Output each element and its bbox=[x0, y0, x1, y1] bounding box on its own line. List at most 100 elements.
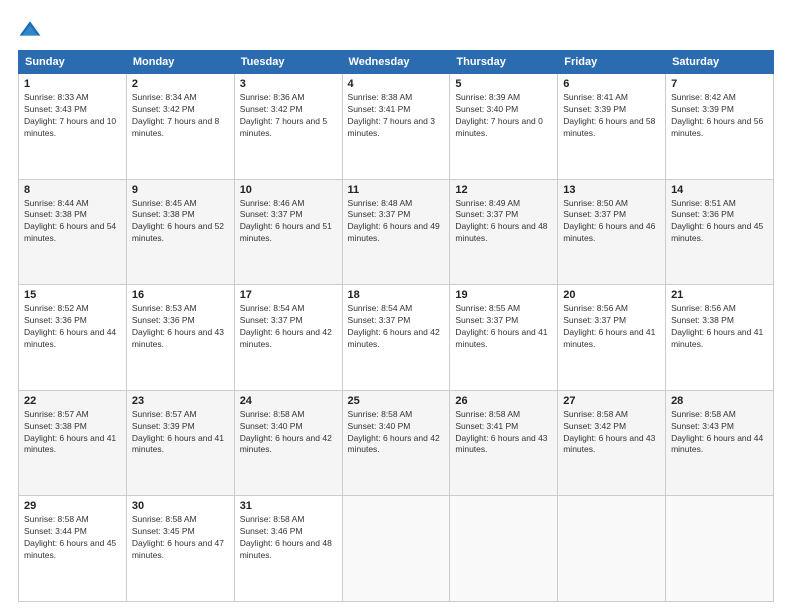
day-info: Sunrise: 8:56 AMSunset: 3:38 PMDaylight:… bbox=[671, 303, 763, 349]
calendar-cell: 6 Sunrise: 8:41 AMSunset: 3:39 PMDayligh… bbox=[558, 74, 666, 180]
day-number: 28 bbox=[671, 395, 768, 407]
calendar-week-row: 1 Sunrise: 8:33 AMSunset: 3:43 PMDayligh… bbox=[19, 74, 774, 180]
day-number: 2 bbox=[132, 78, 229, 90]
day-info: Sunrise: 8:58 AMSunset: 3:45 PMDaylight:… bbox=[132, 514, 224, 560]
day-info: Sunrise: 8:58 AMSunset: 3:43 PMDaylight:… bbox=[671, 409, 763, 455]
calendar-week-row: 15 Sunrise: 8:52 AMSunset: 3:36 PMDaylig… bbox=[19, 285, 774, 391]
calendar-table: SundayMondayTuesdayWednesdayThursdayFrid… bbox=[18, 50, 774, 602]
header bbox=[18, 18, 774, 42]
day-number: 6 bbox=[563, 78, 660, 90]
calendar-cell bbox=[342, 496, 450, 602]
day-number: 7 bbox=[671, 78, 768, 90]
day-info: Sunrise: 8:50 AMSunset: 3:37 PMDaylight:… bbox=[563, 198, 655, 244]
column-header-thursday: Thursday bbox=[450, 51, 558, 74]
calendar-week-row: 22 Sunrise: 8:57 AMSunset: 3:38 PMDaylig… bbox=[19, 390, 774, 496]
calendar-cell: 1 Sunrise: 8:33 AMSunset: 3:43 PMDayligh… bbox=[19, 74, 127, 180]
day-number: 30 bbox=[132, 500, 229, 512]
calendar-cell: 21 Sunrise: 8:56 AMSunset: 3:38 PMDaylig… bbox=[666, 285, 774, 391]
day-number: 21 bbox=[671, 289, 768, 301]
day-number: 1 bbox=[24, 78, 121, 90]
calendar-cell: 9 Sunrise: 8:45 AMSunset: 3:38 PMDayligh… bbox=[126, 179, 234, 285]
column-header-sunday: Sunday bbox=[19, 51, 127, 74]
day-info: Sunrise: 8:48 AMSunset: 3:37 PMDaylight:… bbox=[348, 198, 440, 244]
day-number: 12 bbox=[455, 184, 552, 196]
day-info: Sunrise: 8:56 AMSunset: 3:37 PMDaylight:… bbox=[563, 303, 655, 349]
calendar-cell: 10 Sunrise: 8:46 AMSunset: 3:37 PMDaylig… bbox=[234, 179, 342, 285]
day-info: Sunrise: 8:39 AMSunset: 3:40 PMDaylight:… bbox=[455, 92, 542, 138]
calendar-cell: 24 Sunrise: 8:58 AMSunset: 3:40 PMDaylig… bbox=[234, 390, 342, 496]
day-number: 11 bbox=[348, 184, 445, 196]
day-info: Sunrise: 8:58 AMSunset: 3:41 PMDaylight:… bbox=[455, 409, 547, 455]
logo-icon bbox=[18, 18, 42, 42]
day-info: Sunrise: 8:58 AMSunset: 3:40 PMDaylight:… bbox=[348, 409, 440, 455]
day-number: 31 bbox=[240, 500, 337, 512]
day-info: Sunrise: 8:58 AMSunset: 3:44 PMDaylight:… bbox=[24, 514, 116, 560]
day-info: Sunrise: 8:44 AMSunset: 3:38 PMDaylight:… bbox=[24, 198, 116, 244]
day-number: 27 bbox=[563, 395, 660, 407]
calendar-cell: 26 Sunrise: 8:58 AMSunset: 3:41 PMDaylig… bbox=[450, 390, 558, 496]
day-info: Sunrise: 8:58 AMSunset: 3:46 PMDaylight:… bbox=[240, 514, 332, 560]
day-number: 16 bbox=[132, 289, 229, 301]
calendar-cell: 16 Sunrise: 8:53 AMSunset: 3:36 PMDaylig… bbox=[126, 285, 234, 391]
day-info: Sunrise: 8:46 AMSunset: 3:37 PMDaylight:… bbox=[240, 198, 332, 244]
calendar-cell: 2 Sunrise: 8:34 AMSunset: 3:42 PMDayligh… bbox=[126, 74, 234, 180]
column-header-friday: Friday bbox=[558, 51, 666, 74]
calendar-cell: 29 Sunrise: 8:58 AMSunset: 3:44 PMDaylig… bbox=[19, 496, 127, 602]
calendar-cell bbox=[558, 496, 666, 602]
day-number: 23 bbox=[132, 395, 229, 407]
day-info: Sunrise: 8:58 AMSunset: 3:40 PMDaylight:… bbox=[240, 409, 332, 455]
logo bbox=[18, 18, 46, 42]
page: SundayMondayTuesdayWednesdayThursdayFrid… bbox=[0, 0, 792, 612]
day-number: 8 bbox=[24, 184, 121, 196]
day-number: 22 bbox=[24, 395, 121, 407]
calendar-cell: 12 Sunrise: 8:49 AMSunset: 3:37 PMDaylig… bbox=[450, 179, 558, 285]
day-number: 18 bbox=[348, 289, 445, 301]
day-info: Sunrise: 8:54 AMSunset: 3:37 PMDaylight:… bbox=[348, 303, 440, 349]
day-number: 4 bbox=[348, 78, 445, 90]
column-header-saturday: Saturday bbox=[666, 51, 774, 74]
day-number: 15 bbox=[24, 289, 121, 301]
calendar-cell: 17 Sunrise: 8:54 AMSunset: 3:37 PMDaylig… bbox=[234, 285, 342, 391]
day-number: 25 bbox=[348, 395, 445, 407]
calendar-cell: 15 Sunrise: 8:52 AMSunset: 3:36 PMDaylig… bbox=[19, 285, 127, 391]
day-info: Sunrise: 8:34 AMSunset: 3:42 PMDaylight:… bbox=[132, 92, 219, 138]
calendar-cell: 28 Sunrise: 8:58 AMSunset: 3:43 PMDaylig… bbox=[666, 390, 774, 496]
day-number: 10 bbox=[240, 184, 337, 196]
calendar-cell: 18 Sunrise: 8:54 AMSunset: 3:37 PMDaylig… bbox=[342, 285, 450, 391]
day-info: Sunrise: 8:49 AMSunset: 3:37 PMDaylight:… bbox=[455, 198, 547, 244]
calendar-cell: 11 Sunrise: 8:48 AMSunset: 3:37 PMDaylig… bbox=[342, 179, 450, 285]
calendar-cell: 23 Sunrise: 8:57 AMSunset: 3:39 PMDaylig… bbox=[126, 390, 234, 496]
calendar-cell: 30 Sunrise: 8:58 AMSunset: 3:45 PMDaylig… bbox=[126, 496, 234, 602]
calendar-cell: 27 Sunrise: 8:58 AMSunset: 3:42 PMDaylig… bbox=[558, 390, 666, 496]
day-number: 13 bbox=[563, 184, 660, 196]
day-number: 3 bbox=[240, 78, 337, 90]
calendar-cell: 5 Sunrise: 8:39 AMSunset: 3:40 PMDayligh… bbox=[450, 74, 558, 180]
day-number: 29 bbox=[24, 500, 121, 512]
day-info: Sunrise: 8:54 AMSunset: 3:37 PMDaylight:… bbox=[240, 303, 332, 349]
calendar-cell: 31 Sunrise: 8:58 AMSunset: 3:46 PMDaylig… bbox=[234, 496, 342, 602]
calendar-cell: 3 Sunrise: 8:36 AMSunset: 3:42 PMDayligh… bbox=[234, 74, 342, 180]
column-header-monday: Monday bbox=[126, 51, 234, 74]
day-number: 14 bbox=[671, 184, 768, 196]
calendar-week-row: 29 Sunrise: 8:58 AMSunset: 3:44 PMDaylig… bbox=[19, 496, 774, 602]
day-number: 9 bbox=[132, 184, 229, 196]
calendar-cell: 19 Sunrise: 8:55 AMSunset: 3:37 PMDaylig… bbox=[450, 285, 558, 391]
calendar-cell bbox=[666, 496, 774, 602]
calendar-cell: 4 Sunrise: 8:38 AMSunset: 3:41 PMDayligh… bbox=[342, 74, 450, 180]
day-info: Sunrise: 8:36 AMSunset: 3:42 PMDaylight:… bbox=[240, 92, 327, 138]
calendar-week-row: 8 Sunrise: 8:44 AMSunset: 3:38 PMDayligh… bbox=[19, 179, 774, 285]
day-info: Sunrise: 8:41 AMSunset: 3:39 PMDaylight:… bbox=[563, 92, 655, 138]
day-number: 19 bbox=[455, 289, 552, 301]
day-info: Sunrise: 8:42 AMSunset: 3:39 PMDaylight:… bbox=[671, 92, 763, 138]
day-number: 26 bbox=[455, 395, 552, 407]
day-number: 17 bbox=[240, 289, 337, 301]
calendar-cell: 25 Sunrise: 8:58 AMSunset: 3:40 PMDaylig… bbox=[342, 390, 450, 496]
day-info: Sunrise: 8:45 AMSunset: 3:38 PMDaylight:… bbox=[132, 198, 224, 244]
calendar-cell: 22 Sunrise: 8:57 AMSunset: 3:38 PMDaylig… bbox=[19, 390, 127, 496]
day-info: Sunrise: 8:53 AMSunset: 3:36 PMDaylight:… bbox=[132, 303, 224, 349]
day-number: 5 bbox=[455, 78, 552, 90]
calendar-header-row: SundayMondayTuesdayWednesdayThursdayFrid… bbox=[19, 51, 774, 74]
day-number: 24 bbox=[240, 395, 337, 407]
calendar-cell: 13 Sunrise: 8:50 AMSunset: 3:37 PMDaylig… bbox=[558, 179, 666, 285]
day-info: Sunrise: 8:51 AMSunset: 3:36 PMDaylight:… bbox=[671, 198, 763, 244]
